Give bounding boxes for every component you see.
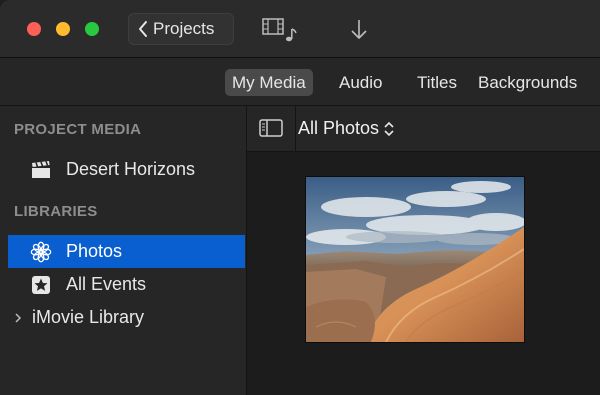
media-tab-bar: My Media Audio Titles Backgrounds (0, 58, 600, 106)
sidebar-toggle-icon[interactable] (259, 119, 283, 137)
disclosure-chevron-icon[interactable] (14, 312, 22, 324)
tab-audio[interactable]: Audio (332, 69, 389, 96)
minimize-window-button[interactable] (56, 22, 70, 36)
tab-titles[interactable]: Titles (410, 69, 464, 96)
desert-landscape-image (306, 177, 524, 342)
photo-thumbnail[interactable] (305, 176, 525, 343)
sidebar-item-label: All Events (66, 274, 147, 294)
photos-flower-icon (30, 241, 52, 263)
updown-chevron-icon (384, 121, 394, 136)
close-window-button[interactable] (27, 22, 41, 36)
sidebar-item-label: Desert Horizons (66, 159, 196, 179)
projects-back-button[interactable]: Projects (128, 13, 234, 45)
sidebar-item-imovie-library[interactable]: iMovie Library (8, 301, 245, 334)
photo-browser (247, 152, 600, 395)
media-icon[interactable] (262, 17, 300, 43)
album-popup-button[interactable]: All Photos (298, 118, 395, 139)
sidebar-item-desert-horizons[interactable]: Desert Horizons (8, 153, 245, 186)
clapperboard-icon (30, 159, 52, 181)
album-label: All Photos (298, 118, 380, 138)
header-divider (295, 106, 296, 151)
star-icon (30, 274, 52, 296)
browser-header: All Photos (247, 106, 600, 152)
tab-my-media[interactable]: My Media (225, 69, 313, 96)
projects-back-label: Projects (153, 19, 215, 38)
project-media-header: PROJECT MEDIA (14, 121, 142, 138)
sidebar-item-photos[interactable]: Photos (8, 235, 245, 268)
libraries-header: LIBRARIES (14, 203, 98, 220)
sidebar-item-label: iMovie Library (32, 307, 145, 327)
zoom-window-button[interactable] (85, 22, 99, 36)
sidebar-item-all-events[interactable]: All Events (8, 268, 245, 301)
title-bar: Projects (0, 0, 600, 58)
library-sidebar: PROJECT MEDIA Desert Horizons LIBRARIES (0, 106, 247, 395)
sidebar-item-label: Photos (66, 241, 123, 261)
chevron-left-icon (139, 21, 147, 37)
tab-backgrounds[interactable]: Backgrounds (471, 69, 584, 96)
imovie-window: Projects My Media Audio Titles Backgroun… (0, 0, 600, 395)
download-icon[interactable] (349, 18, 369, 42)
